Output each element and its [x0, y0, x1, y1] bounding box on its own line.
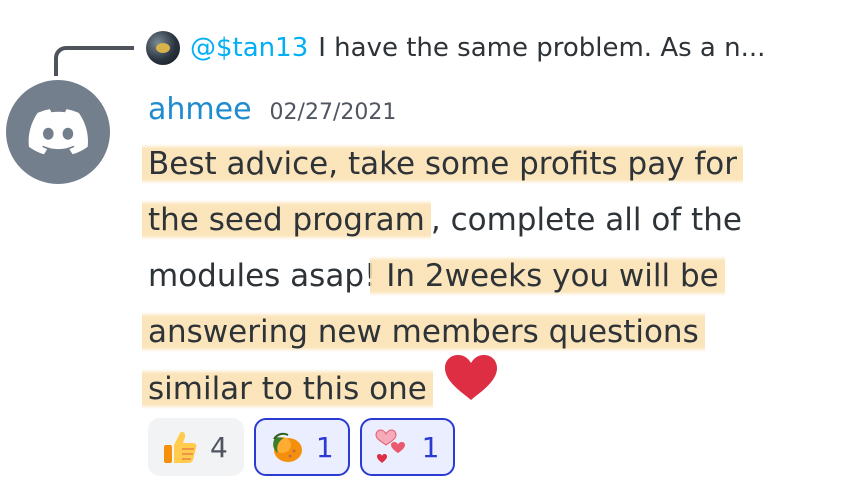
reply-connector [54, 46, 134, 76]
reaction-thumbs-up[interactable]: 4 [148, 418, 244, 476]
highlighted-text: the seed program [142, 200, 431, 240]
highlighted-text: answering new members questions [142, 312, 705, 352]
red-heart-icon [443, 354, 499, 420]
message-line: modules asap! In 2weeks you will be [148, 248, 828, 304]
reply-reference[interactable]: @$tan13 I have the same problem. As a n.… [146, 28, 765, 68]
message-text: modules asap! [148, 258, 377, 294]
message-line: the seed program, complete all of the [142, 192, 828, 248]
reaction-count: 4 [210, 430, 228, 464]
reply-preview-text[interactable]: I have the same problem. As a n... [318, 33, 765, 63]
discord-logo-avatar[interactable] [6, 80, 110, 184]
username[interactable]: ahmee [148, 92, 252, 127]
reaction-count: 1 [315, 430, 334, 464]
discord-icon [28, 109, 88, 155]
reactions-bar: 4 1 1 [148, 418, 456, 476]
message-body: Best advice, take some profits pay for t… [142, 136, 828, 416]
message-header: ahmee 02/27/2021 [148, 92, 396, 127]
mango-icon [268, 429, 304, 465]
highlighted-text: Best advice, take some profits pay for [142, 144, 744, 184]
message-line: similar to this one [142, 355, 828, 416]
reply-mention[interactable]: @$tan13 [190, 33, 308, 63]
highlighted-text: In 2weeks you will be [370, 256, 725, 296]
reaction-count: 1 [421, 430, 440, 464]
reaction-mango[interactable]: 1 [253, 418, 350, 476]
reaction-two-hearts[interactable]: 1 [359, 418, 456, 476]
highlighted-text: similar to this one [142, 368, 433, 409]
message-line: answering new members questions [142, 304, 828, 360]
thumbs-up-icon [162, 429, 198, 465]
two-hearts-icon [374, 429, 410, 465]
message-line: Best advice, take some profits pay for [142, 136, 828, 192]
timestamp: 02/27/2021 [269, 100, 397, 125]
message-text: , complete all of the [430, 202, 742, 238]
replied-user-avatar[interactable] [146, 31, 180, 65]
